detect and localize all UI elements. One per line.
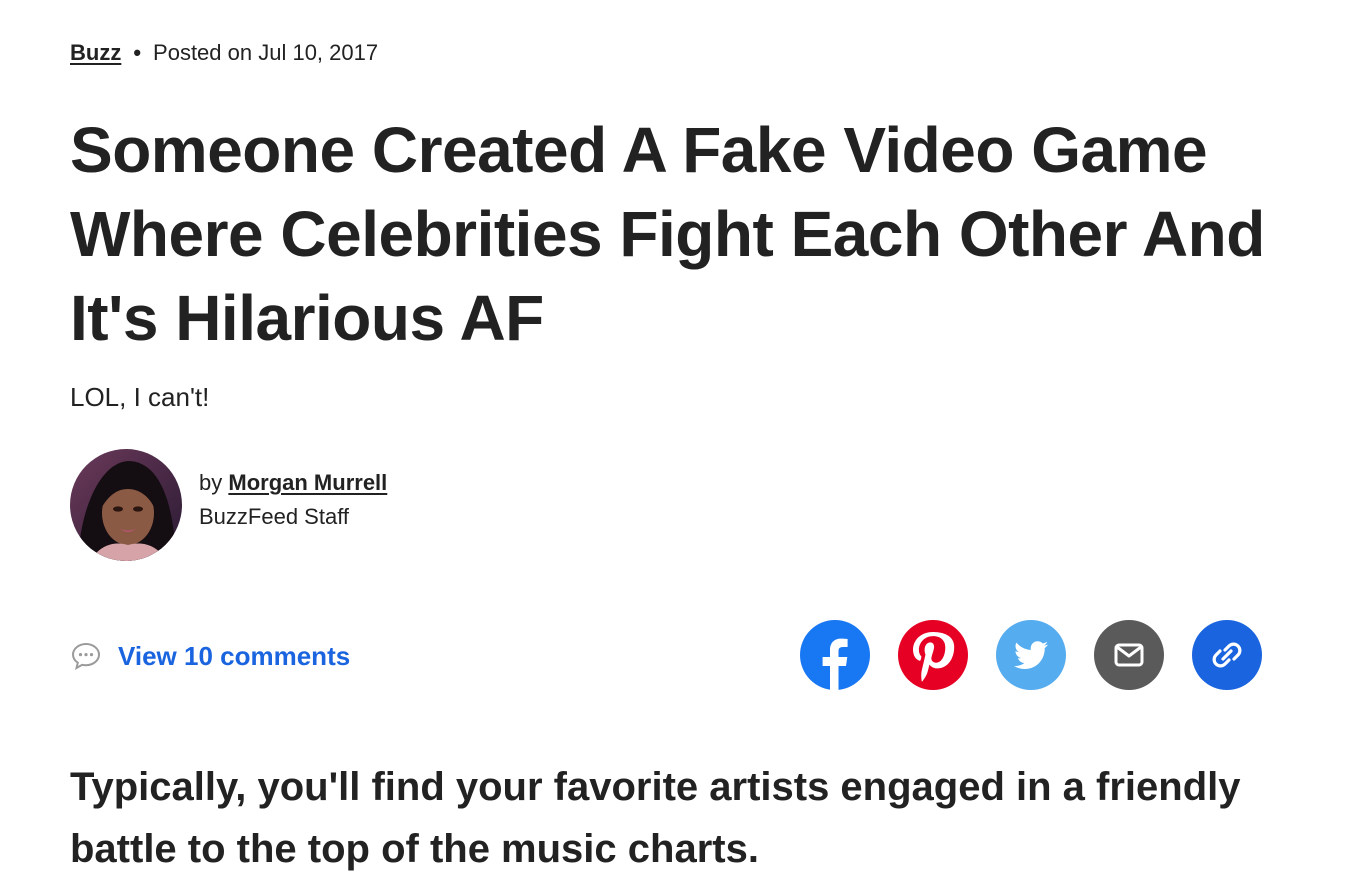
share-email-button[interactable]: [1094, 620, 1164, 690]
byline: by Morgan Murrell BuzzFeed Staff: [70, 448, 387, 562]
pinterest-icon: [913, 632, 955, 682]
share-pinterest-button[interactable]: [898, 620, 968, 690]
article-intro: Typically, you'll find your favorite art…: [70, 765, 1241, 871]
byline-line: by Morgan Murrell: [199, 468, 387, 498]
page-title: Someone Created A Fake Video Game Where …: [70, 114, 1265, 354]
share-facebook-button[interactable]: [800, 620, 870, 690]
category-link[interactable]: Buzz: [70, 40, 121, 65]
author-role: BuzzFeed Staff: [199, 504, 350, 529]
post-meta: Buzz • Posted on Jul 10, 2017: [70, 38, 378, 68]
mail-icon: [1114, 643, 1144, 667]
meta-separator: •: [133, 40, 142, 65]
twitter-icon: [1014, 641, 1048, 669]
speech-bubble-icon: [70, 640, 102, 672]
share-copy-link-button[interactable]: [1192, 620, 1262, 690]
comments-link-label[interactable]: View 10 comments: [118, 641, 350, 672]
comments-link[interactable]: View 10 comments: [70, 636, 350, 676]
link-icon: [1212, 642, 1242, 668]
share-twitter-button[interactable]: [996, 620, 1066, 690]
byline-prefix: by: [199, 470, 223, 495]
facebook-icon: [822, 638, 848, 690]
author-link[interactable]: Morgan Murrell: [228, 470, 387, 495]
author-avatar[interactable]: [70, 449, 182, 561]
author-photo: [70, 449, 182, 561]
share-bar: [800, 620, 1262, 690]
article-subtitle: LOL, I can't!: [70, 382, 210, 412]
posted-date: Posted on Jul 10, 2017: [153, 40, 379, 65]
